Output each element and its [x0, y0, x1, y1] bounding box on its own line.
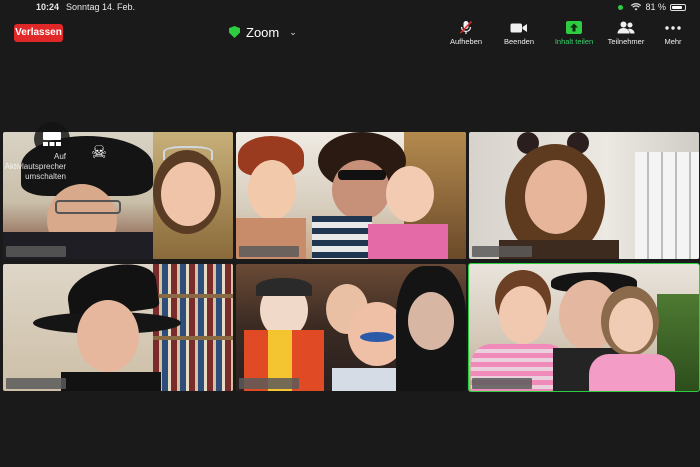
meeting-title[interactable]: Zoom ⌄ [229, 24, 297, 40]
more-icon [665, 25, 681, 30]
video-tile[interactable] [469, 132, 699, 259]
participant-video [3, 264, 233, 391]
video-tile-active-speaker[interactable] [468, 263, 700, 392]
status-date: Sonntag 14. Feb. [66, 2, 136, 12]
mic-muted-icon [459, 20, 473, 34]
grid-layout-icon [43, 132, 61, 146]
status-bar: 10:24 Sonntag 14. Feb. 81 % [0, 0, 700, 14]
battery-icon [670, 3, 686, 11]
shield-check-icon [229, 26, 240, 38]
status-right: 81 % [618, 2, 686, 12]
share-content-label: Inhalt teilen [554, 37, 594, 46]
skull-emblem: ☠ [91, 142, 108, 162]
switch-layout-button[interactable] [34, 122, 70, 156]
chevron-down-icon: ⌄ [289, 26, 297, 37]
more-button[interactable]: Mehr [645, 20, 700, 48]
participant-name-bar [239, 378, 299, 389]
meeting-toolbar: Aufheben Beenden Inhalt teilen Teilnehme… [440, 20, 692, 48]
participant-video [236, 132, 466, 259]
stop-video-label: Beenden [503, 37, 535, 46]
participants-icon [617, 21, 635, 34]
status-time: 10:24 [36, 2, 60, 12]
participant-video [469, 132, 699, 259]
mute-button-label: Aufheben [449, 37, 483, 46]
camera-indicator-icon [618, 4, 624, 10]
share-content-button[interactable]: Inhalt teilen [546, 20, 602, 48]
participant-name-bar [6, 246, 66, 257]
meeting-title-label: Zoom [246, 24, 280, 40]
participant-name-bar [472, 378, 532, 389]
video-tile[interactable] [236, 264, 466, 391]
more-label: Mehr [664, 37, 682, 46]
participant-name-bar [472, 246, 532, 257]
video-tile[interactable] [236, 132, 466, 259]
leave-button[interactable]: Verlassen [14, 24, 63, 42]
wifi-icon [631, 3, 642, 11]
video-tile[interactable] [3, 264, 233, 391]
switch-layout-hint: Auf Aktivlautsprecher umschalten [4, 152, 66, 181]
video-camera-icon [510, 23, 527, 32]
share-screen-icon [566, 21, 582, 34]
participant-video [236, 264, 466, 391]
stop-video-button[interactable]: Beenden [491, 20, 547, 48]
mute-button[interactable]: Aufheben [438, 20, 494, 48]
battery-percent: 81 % [645, 2, 666, 12]
participant-video [469, 264, 699, 391]
participant-name-bar [6, 378, 66, 389]
participant-name-bar [239, 246, 299, 257]
